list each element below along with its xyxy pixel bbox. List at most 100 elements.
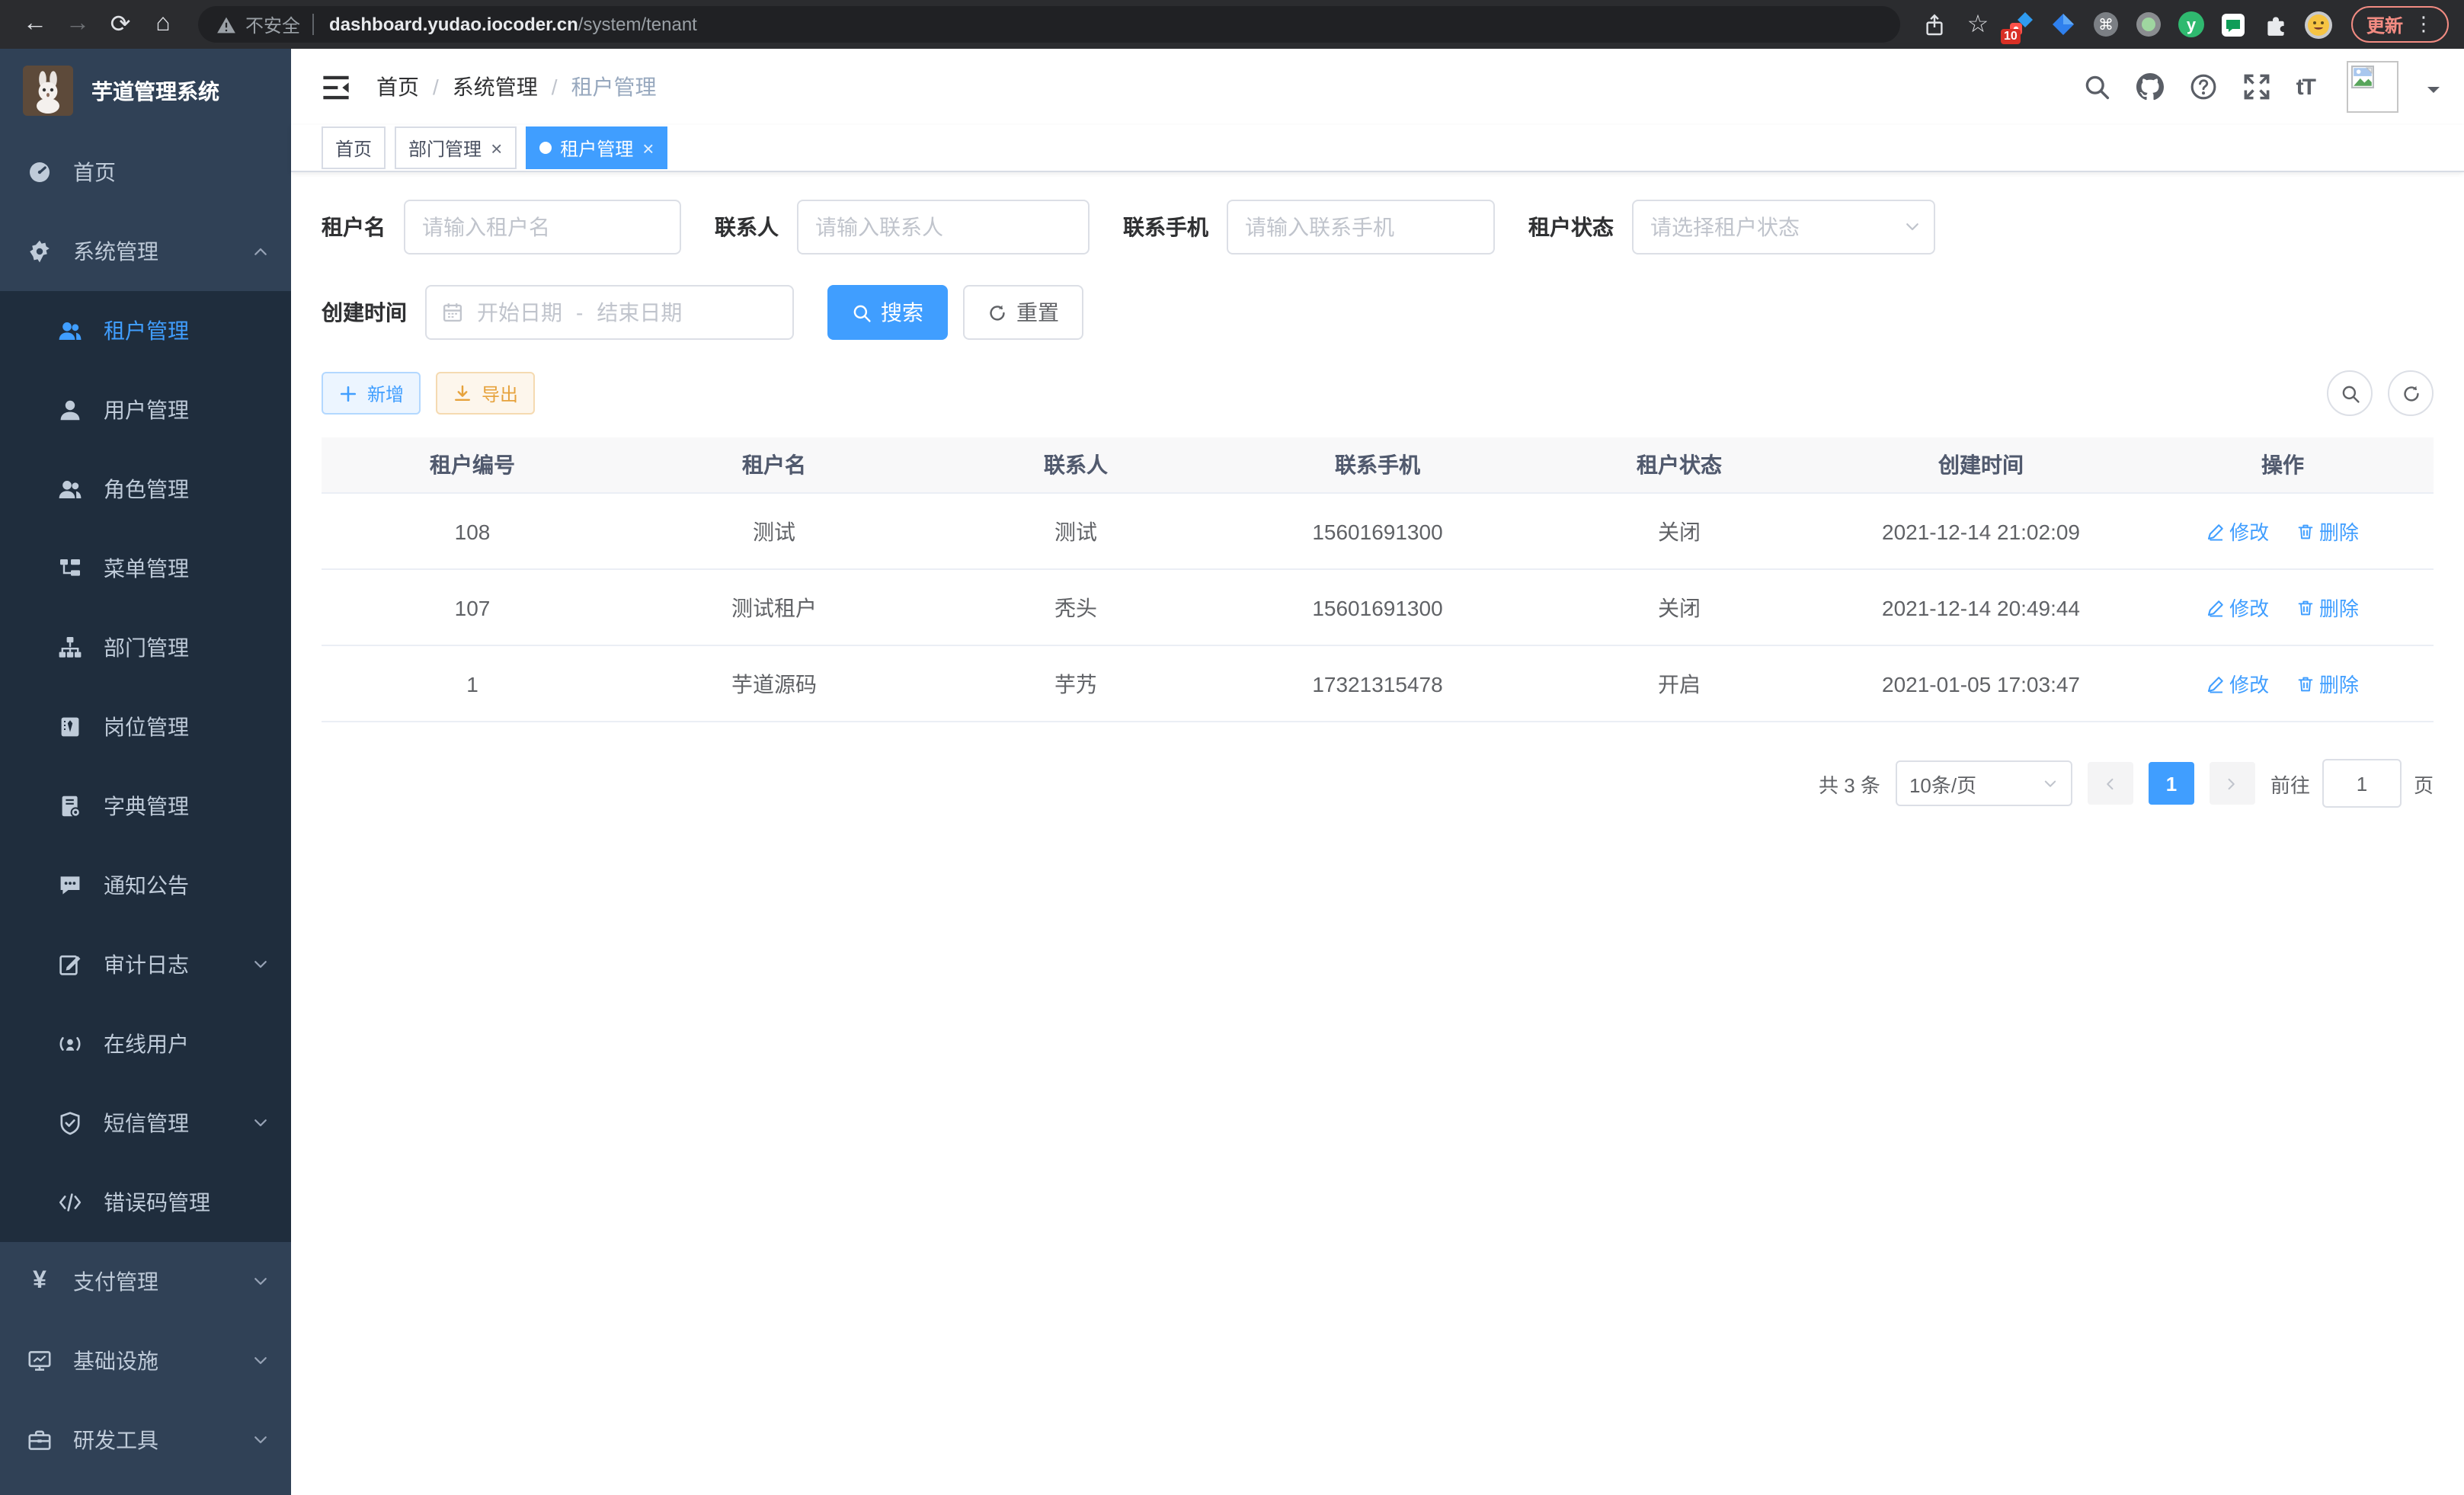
field-label: 租户状态 [1528,212,1614,242]
hide-search-button[interactable] [2327,370,2373,416]
screen: ← → ⟳ ⌂ 不安全 dashboard.yudao.iocoder.cn /… [0,0,2464,1495]
extension-gem-icon[interactable] [2048,9,2078,40]
devtools-icon [27,1428,52,1452]
date-start-placeholder[interactable]: 开始日期 [477,297,562,328]
sidebar-item-dict[interactable]: 字典管理 [0,767,291,846]
sidebar-item-label: 在线用户 [104,1029,270,1059]
browser-menu-icon[interactable]: ⋮ [2414,12,2434,37]
contact-input[interactable] [797,200,1090,255]
next-page-button[interactable] [2210,762,2255,805]
breadcrumb-home[interactable]: 首页 [376,72,419,102]
refresh-table-button[interactable] [2388,370,2434,416]
browser-forward-button[interactable]: → [58,5,98,44]
phone-input[interactable] [1227,200,1495,255]
prev-page-button[interactable] [2088,762,2133,805]
search-icon[interactable] [2083,73,2110,101]
sms-shield-icon [58,1111,82,1135]
chevron-down-icon [251,956,270,974]
sidebar-item-infrastructure[interactable]: 基础设施 [0,1321,291,1401]
browser-home-button[interactable]: ⌂ [143,5,183,44]
tab-dept[interactable]: 部门管理 × [395,126,516,169]
sidebar-item-online-users[interactable]: 在线用户 [0,1004,291,1084]
search-button[interactable]: 搜索 [827,285,948,340]
fullscreen-icon[interactable] [2243,73,2270,101]
tab-home[interactable]: 首页 [322,126,386,169]
text-size-icon[interactable]: tT [2296,74,2315,100]
sidebar-item-post[interactable]: 岗位管理 [0,687,291,767]
status-select-input[interactable] [1632,200,1935,255]
org-chart-icon [58,635,82,660]
edit-link[interactable]: 修改 [2206,669,2269,698]
delete-link[interactable]: 删除 [2296,517,2359,546]
delete-link[interactable]: 删除 [2296,669,2359,698]
status-select[interactable] [1632,200,1935,255]
sidebar-item-home[interactable]: 首页 [0,133,291,212]
extension-badge: 10 [2001,29,2021,44]
yen-icon: ¥ [27,1269,52,1294]
export-button[interactable]: 导出 [436,372,535,415]
sidebar-item-audit-log[interactable]: 审计日志 [0,925,291,1004]
add-button[interactable]: 新增 [322,372,421,415]
help-question-icon[interactable] [2190,73,2217,101]
field-label: 租户名 [322,212,386,242]
extension-raycast-icon[interactable]: 10 [2005,9,2036,40]
extension-chat-icon[interactable] [2219,9,2249,40]
goto-page-input[interactable] [2322,759,2402,808]
extension-y-icon[interactable]: y [2176,9,2206,40]
delete-link[interactable]: 删除 [2296,593,2359,622]
sidebar-item-sms[interactable]: 短信管理 [0,1084,291,1163]
sidebar-item-menu[interactable]: 菜单管理 [0,529,291,608]
pen-icon [2206,522,2225,540]
extension-green-dot-icon[interactable] [2133,9,2164,40]
trash-icon [2296,598,2315,616]
menu-tree-icon [58,556,82,581]
infrastructure-icon [27,1349,52,1373]
sidebar-item-label: 岗位管理 [104,712,270,742]
share-icon[interactable] [1915,5,1955,44]
sidebar-item-role[interactable]: 角色管理 [0,450,291,529]
extensions-puzzle-icon[interactable] [2261,9,2292,40]
date-range-picker[interactable]: 开始日期 - 结束日期 [425,285,794,340]
avatar-caret-icon[interactable] [2427,87,2440,99]
page-number-1[interactable]: 1 [2149,762,2194,805]
address-bar[interactable]: 不安全 dashboard.yudao.iocoder.cn /system/t… [198,6,1900,43]
sidebar-item-label: 系统管理 [73,236,230,267]
chevron-down-icon [251,1114,270,1132]
sidebar-item-payment[interactable]: ¥ 支付管理 [0,1242,291,1321]
reset-button[interactable]: 重置 [963,285,1083,340]
browser-update-button[interactable]: 更新 ⋮ [2351,6,2449,43]
page-size-select[interactable]: 10条/页 [1896,760,2072,806]
sidebar-item-user[interactable]: 用户管理 [0,370,291,450]
bookmark-star-icon[interactable]: ☆ [1958,5,1998,44]
extension-command-icon[interactable]: ⌘ [2091,9,2121,40]
edit-link[interactable]: 修改 [2206,593,2269,622]
sidebar-item-error-code[interactable]: 错误码管理 [0,1163,291,1242]
sidebar-item-label: 菜单管理 [104,553,270,584]
tenant-name-input[interactable] [404,200,681,255]
sidebar-item-notice[interactable]: 通知公告 [0,846,291,925]
profile-avatar-icon[interactable] [2304,9,2334,40]
sidebar-item-system[interactable]: 系统管理 [0,212,291,291]
sidebar-item-label: 字典管理 [104,791,270,821]
search-icon [852,303,872,322]
browser-reload-button[interactable]: ⟳ [101,5,140,44]
sidebar-item-dept[interactable]: 部门管理 [0,608,291,687]
user-icon [58,398,82,422]
breadcrumb-system[interactable]: 系统管理 [453,72,538,102]
tab-tenant[interactable]: 租户管理 × [525,126,667,169]
close-icon[interactable]: × [642,138,654,158]
trash-icon [2296,522,2315,540]
date-end-placeholder[interactable]: 结束日期 [597,297,682,328]
user-avatar[interactable] [2347,61,2398,113]
edit-link[interactable]: 修改 [2206,517,2269,546]
close-icon[interactable]: × [491,138,502,158]
sidebar-item-devtools[interactable]: 研发工具 [0,1401,291,1480]
sidebar-item-tenant[interactable]: 租户管理 [0,291,291,370]
app-logo[interactable]: 芋道管理系统 [0,49,291,133]
browser-back-button[interactable]: ← [15,5,55,44]
cell-actions: 修改 删除 [2132,645,2434,722]
divider [312,14,314,35]
sidebar-fold-icon[interactable] [322,72,350,101]
github-icon[interactable] [2136,73,2164,101]
field-label: 创建时间 [322,297,407,328]
